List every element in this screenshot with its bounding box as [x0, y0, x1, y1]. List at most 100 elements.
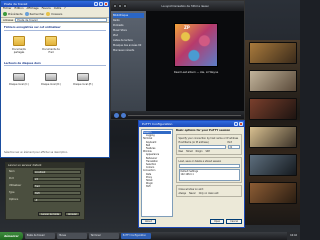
previous-icon[interactable] [113, 4, 117, 8]
system-clock: 16:42 [287, 232, 300, 240]
cancel-button[interactable]: Annuler [65, 212, 80, 216]
field-input[interactable]: 22 [33, 176, 81, 181]
repeat-icon[interactable] [121, 112, 126, 118]
folders-button[interactable]: Dossiers [46, 12, 62, 16]
user-documents-item[interactable]: Documents de Fred [40, 35, 62, 54]
hard-drive-icon [77, 73, 89, 81]
maximize-button[interactable] [99, 2, 103, 6]
host-input[interactable] [178, 144, 226, 149]
menu-view[interactable]: Affichage [26, 7, 38, 11]
search-icon [24, 12, 29, 16]
photo-thumbnail[interactable] [249, 182, 297, 204]
drive-e-item[interactable]: Disque local (E:) [72, 71, 94, 86]
saved-sessions-list[interactable]: Default Settings 192.168.0.1 [178, 168, 240, 181]
hard-drive-icon [45, 73, 57, 81]
close-option-radio[interactable]: Never [189, 192, 196, 195]
explorer-titlebar[interactable]: Poste de travail [1, 1, 109, 7]
drive-d-item[interactable]: Disque local (D:) [40, 71, 62, 86]
group-label: Load, save or delete a stored session [178, 159, 222, 163]
play-icon[interactable] [118, 4, 122, 8]
search-button[interactable]: Rechercher [24, 12, 44, 16]
close-on-exit-group: Close window on exit: Always Never Only … [176, 185, 242, 197]
photo-thumbnail[interactable] [249, 42, 297, 64]
close-option-radio[interactable]: Only on clean exit [199, 192, 219, 195]
menu-tools[interactable]: Outils [54, 7, 62, 11]
window-title: Poste de travail [4, 2, 28, 6]
media-player-window: La synchronisation de l'iPod a réussi Bi… [110, 0, 245, 120]
putty-window: PuTTY Configuration Session Logging Term… [138, 120, 245, 228]
back-label: Précédente [8, 12, 23, 16]
saved-sessions-group: Load, save or delete a stored session De… [176, 157, 242, 183]
group-label: Close window on exit: [178, 187, 204, 191]
category-item[interactable]: SSH [143, 185, 171, 188]
next-icon[interactable] [123, 4, 127, 8]
item-label: Documents partagés [12, 47, 26, 54]
taskbar-item[interactable]: Poste de travail [24, 233, 55, 239]
menu-favorites[interactable]: Favoris [42, 7, 51, 11]
session-panel: Basic options for your PuTTY session Spe… [176, 129, 242, 217]
album-cover[interactable] [174, 23, 218, 67]
taskbar-item[interactable]: Terminal [88, 233, 119, 239]
start-button[interactable]: démarrer [0, 232, 23, 240]
protocol-radio[interactable]: Rlogin [196, 150, 203, 153]
port-input[interactable]: 22 [227, 144, 240, 149]
field-input[interactable]: fred [33, 183, 81, 188]
hard-drive-icon [13, 73, 25, 81]
field-input[interactable]: localhost [33, 169, 81, 174]
field-label: Nom [9, 170, 15, 173]
drive-c-item[interactable]: Disque local (C:) [8, 71, 30, 86]
seek-bar[interactable] [128, 114, 241, 116]
menu-edit[interactable]: Edition [14, 7, 23, 11]
address-field[interactable]: Poste de travail [15, 18, 107, 22]
close-button[interactable] [239, 122, 243, 126]
cancel-button[interactable]: Cancel [226, 219, 242, 224]
close-option-radio[interactable]: Always [179, 192, 187, 195]
field-label: Type [9, 191, 15, 194]
player-controls [111, 111, 244, 119]
category-tree: Session Logging Terminal Keyboard Bell F… [141, 129, 173, 217]
protocol-radio[interactable]: SSH [205, 150, 209, 153]
photo-thumbnail[interactable] [249, 126, 297, 148]
shared-documents-item[interactable]: Documents partagés [8, 35, 30, 54]
taskbar: démarrer Poste de travail iTunes Termina… [0, 232, 300, 240]
album-caption: Dead Last album — Aïe, Lil Wayne [173, 71, 219, 74]
taskbar-item[interactable]: iTunes [56, 233, 87, 239]
folders-label: Dossiers [51, 12, 63, 16]
sidebar-item-playlist[interactable]: Morceaux récents [113, 48, 144, 53]
destination-group: Specify your connection by host name or … [176, 134, 242, 155]
list-item[interactable]: 192.168.0.1 [181, 173, 239, 176]
photo-thumbnail[interactable] [249, 98, 297, 120]
help-button[interactable] [234, 122, 238, 126]
item-label: Documents de Fred [42, 47, 60, 54]
protocol-radio[interactable]: Telnet [186, 150, 193, 153]
field-input[interactable]: -X [33, 197, 81, 202]
protocol-radio[interactable]: Raw [179, 150, 184, 153]
menu-help[interactable]: ? [64, 7, 65, 11]
taskbar-item[interactable]: PuTTY Configuration [120, 233, 151, 239]
window-title: PuTTY Configuration [142, 122, 173, 126]
about-button[interactable]: About [141, 219, 156, 224]
photo-thumbnail[interactable] [249, 154, 297, 176]
port-label: Port [227, 140, 233, 144]
menu-file[interactable]: Fichier [3, 7, 11, 11]
back-button[interactable]: Précédente [3, 12, 23, 16]
panel-header: Basic options for your PuTTY session [176, 129, 231, 132]
folder-icon [46, 12, 51, 16]
photo-strip [245, 40, 300, 225]
close-button[interactable] [104, 2, 108, 6]
launch-button[interactable]: Lancer le mode [38, 212, 63, 216]
host-label: Host Name (or IP address) [178, 140, 209, 144]
shuffle-icon[interactable] [114, 112, 119, 118]
field-label: Port [9, 177, 14, 180]
player-status: La synchronisation de l'iPod a réussi [161, 4, 209, 8]
open-button[interactable]: Open [210, 219, 225, 224]
saved-session-input[interactable] [178, 163, 240, 168]
status-hint: Sélectionnez un élément pour afficher sa… [4, 151, 69, 154]
explorer-toolbar: Précédente Rechercher Dossiers [1, 11, 109, 18]
address-label: Adresse [3, 18, 14, 22]
photo-thumbnail[interactable] [249, 70, 297, 92]
minimize-button[interactable] [94, 2, 98, 6]
remote-server-dialog: Lancer un serveur distant Nom localhost … [5, 162, 85, 220]
putty-titlebar[interactable]: PuTTY Configuration [139, 121, 244, 127]
field-input[interactable]: SSH [33, 190, 81, 195]
